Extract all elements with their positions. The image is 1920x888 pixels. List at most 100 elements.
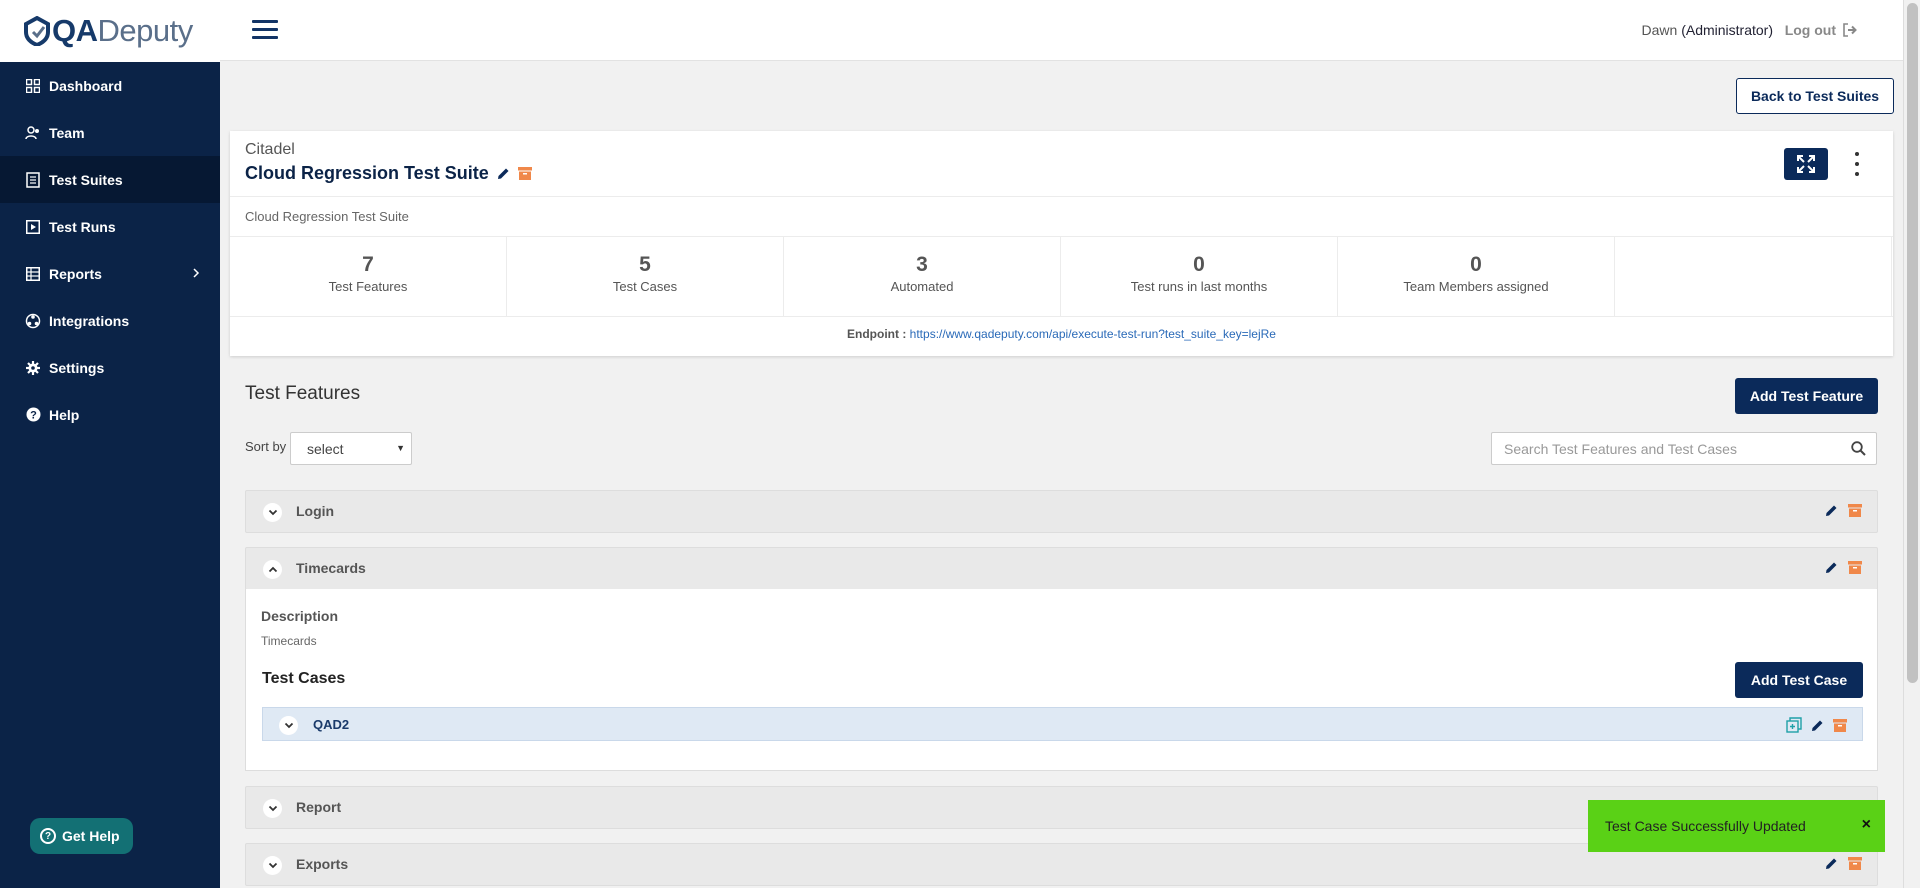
stat-value: 0 [1193,253,1205,276]
chevron-down-icon[interactable] [263,503,282,522]
stat-team-members: 0 Team Members assigned [1338,237,1615,316]
pencil-icon[interactable] [1825,561,1838,577]
add-test-feature-button[interactable]: Add Test Feature [1735,378,1878,414]
pencil-icon[interactable] [1825,857,1838,873]
test-features-heading: Test Features [245,383,361,404]
stat-empty [1615,237,1892,316]
feature-row-login[interactable]: Login [245,490,1878,533]
add-test-case-button[interactable]: Add Test Case [1735,662,1863,698]
team-icon [25,125,41,141]
stat-value: 0 [1470,253,1482,276]
feature-actions [1815,857,1862,873]
endpoint: Endpoint : https://www.qadeputy.com/api/… [230,327,1893,341]
test-case-actions [1777,717,1847,736]
feature-row-timecards[interactable]: Timecards [245,547,1878,590]
sidebar-item-label: Test Runs [49,218,116,235]
expand-button[interactable] [1784,148,1828,180]
stat-label: Team Members assigned [1403,279,1549,294]
caret-down-icon: ▼ [396,443,405,453]
pencil-icon[interactable] [497,167,510,180]
get-help-button[interactable]: ? Get Help [30,818,133,854]
chevron-right-icon [192,266,200,282]
hamburger-menu-icon[interactable] [252,20,278,40]
test-case-row[interactable]: QAD2 [262,707,1863,741]
svg-text:?: ? [30,410,37,422]
pencil-icon[interactable] [1825,504,1838,520]
stat-value: 5 [639,253,651,276]
feature-name: Login [296,503,335,519]
sidebar-item-label: Help [49,406,80,423]
stat-value: 3 [916,253,928,276]
archive-icon[interactable] [1848,561,1862,577]
stat-test-runs: 0 Test runs in last months [1061,237,1338,316]
sidebar-item-help[interactable]: ? Help [0,391,220,438]
sidebar-item-team[interactable]: Team [0,109,220,156]
sort-select[interactable]: select ▼ [290,432,412,465]
stat-test-features: 7 Test Features [230,237,507,316]
archive-icon[interactable] [517,167,532,180]
logout-link[interactable]: Log out [1785,22,1858,38]
sidebar-item-test-suites[interactable]: Test Suites [0,156,220,203]
sidebar-item-label: Test Suites [49,171,123,188]
sidebar-item-label: Team [49,124,85,141]
divider [230,196,1893,197]
sort-select-value: select [307,440,344,457]
sidebar-item-label: Reports [49,265,102,282]
archive-icon[interactable] [1848,504,1862,520]
app-logo[interactable]: QADeputy [0,0,220,62]
divider [230,316,1893,317]
sidebar-item-label: Settings [49,359,105,376]
endpoint-url-link[interactable]: https://www.qadeputy.com/api/execute-tes… [910,327,1276,341]
page-scrollbar[interactable] [1903,0,1920,888]
close-icon[interactable]: × [1862,816,1871,834]
search-icon[interactable] [1851,441,1866,459]
chevron-down-icon[interactable] [263,856,282,875]
test-suites-icon [25,171,41,188]
gear-icon [25,360,41,376]
stat-value: 7 [362,253,374,276]
feature-description: Timecards [261,634,317,648]
sort-by-label: Sort by [245,439,287,454]
topbar: Dawn (Administrator) Log out [220,0,1903,61]
archive-icon[interactable] [1848,857,1862,873]
feature-name: Report [296,799,342,815]
logout-icon [1843,23,1857,37]
more-options-icon[interactable] [1851,152,1863,176]
search-box [1491,432,1877,465]
user-name: Dawn [1641,22,1678,38]
search-input[interactable] [1492,433,1832,464]
feature-actions [1815,504,1862,520]
sidebar-nav: Dashboard Team Test Suites Test Runs Rep… [0,62,220,438]
sidebar-item-test-runs[interactable]: Test Runs [0,203,220,250]
play-icon [25,219,41,235]
chevron-up-icon[interactable] [263,560,282,579]
logout-label: Log out [1784,22,1836,38]
sidebar-item-dashboard[interactable]: Dashboard [0,62,220,109]
sidebar-item-label: Dashboard [49,77,123,94]
scrollbar-thumb[interactable] [1907,3,1918,683]
logo-text: QADeputy [52,13,193,48]
stat-label: Automated [890,279,954,294]
duplicate-icon[interactable] [1786,717,1802,736]
logo-shield-icon [24,16,50,46]
user-role: (Administrator) [1681,22,1773,38]
expand-icon [1797,155,1815,173]
sidebar-item-reports[interactable]: Reports [0,250,220,297]
chevron-down-icon[interactable] [263,799,282,818]
get-help-label: Get Help [62,828,120,844]
stat-test-cases: 5 Test Cases [507,237,784,316]
archive-icon[interactable] [1833,718,1847,735]
stat-label: Test Features [328,279,408,294]
stat-label: Test Cases [612,279,678,294]
test-case-name: QAD2 [313,717,350,732]
feature-actions [1815,561,1862,577]
sidebar-item-settings[interactable]: Settings [0,344,220,391]
current-user: Dawn (Administrator) [1642,22,1773,38]
back-to-test-suites-button[interactable]: Back to Test Suites [1736,78,1894,114]
feature-body-timecards: Description Timecards Test Cases Add Tes… [245,589,1878,771]
chevron-down-icon[interactable] [279,716,298,735]
sidebar-item-integrations[interactable]: Integrations [0,297,220,344]
stat-label: Test runs in last months [1130,279,1268,294]
pencil-icon[interactable] [1811,719,1824,735]
test-cases-heading: Test Cases [262,670,346,687]
